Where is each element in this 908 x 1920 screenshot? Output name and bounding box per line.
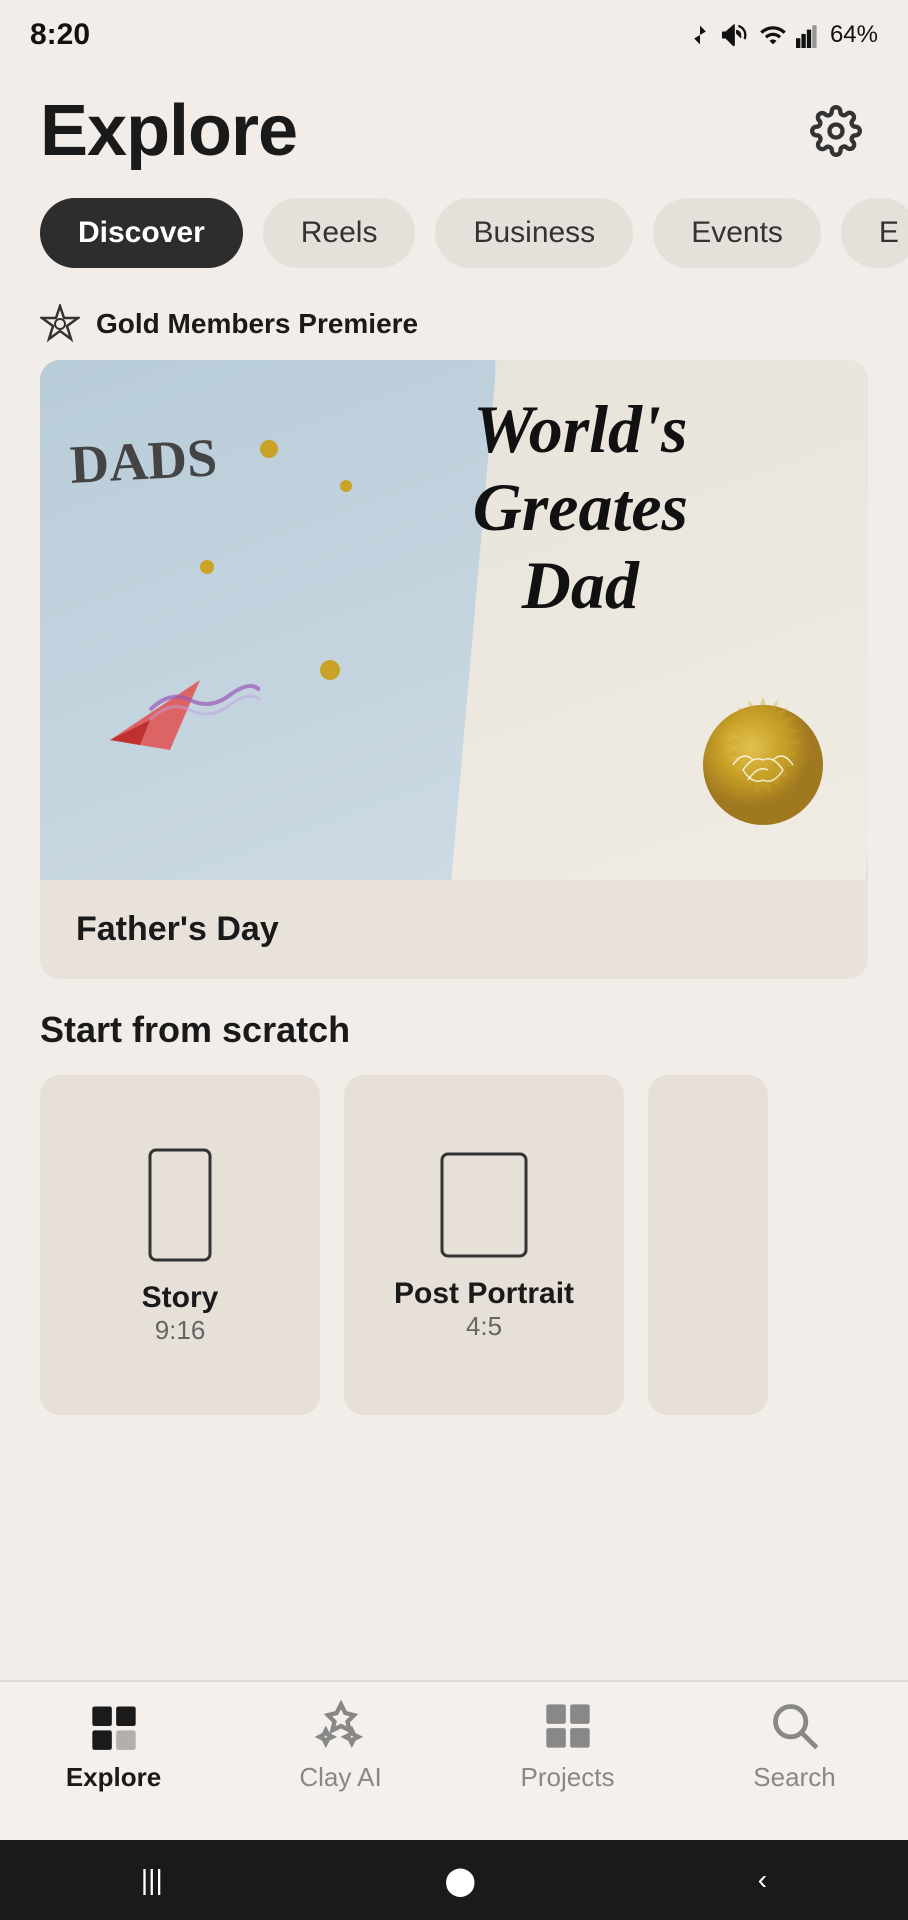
nav-item-clay-ai[interactable]: Clay AI	[251, 1698, 431, 1793]
status-time: 8:20	[30, 18, 90, 52]
tab-more[interactable]: E	[841, 198, 908, 268]
card-main-text: World'sGreatesDad	[473, 390, 688, 625]
scratch-title: Start from scratch	[40, 1009, 868, 1051]
explore-nav-label: Explore	[66, 1762, 161, 1793]
gold-members-section: Gold Members Premiere	[0, 284, 908, 360]
featured-card[interactable]: DADS World'sGreatesDad	[40, 360, 868, 979]
post-portrait-label: Post Portrait	[394, 1277, 574, 1311]
scratch-card-post-portrait[interactable]: Post Portrait 4:5	[344, 1075, 624, 1415]
android-menu-btn[interactable]: |||	[141, 1864, 163, 1896]
nav-item-explore[interactable]: Explore	[24, 1698, 204, 1793]
clay-ai-nav-label: Clay AI	[299, 1762, 381, 1793]
scratch-cards-list: Story 9:16 Post Portrait 4:5	[40, 1075, 868, 1415]
gold-members-label: Gold Members Premiere	[96, 308, 418, 340]
tab-business[interactable]: Business	[435, 198, 633, 268]
explore-nav-icon	[86, 1698, 142, 1754]
category-tabs: Discover Reels Business Events E	[0, 182, 908, 284]
battery-text: 64%	[830, 21, 878, 49]
dads-text: DADS	[68, 426, 218, 496]
story-icon	[140, 1145, 220, 1265]
scratch-card-story[interactable]: Story 9:16	[40, 1075, 320, 1415]
bluetooth-icon	[686, 21, 714, 49]
signal-icon	[796, 21, 822, 49]
scratch-card-partial	[648, 1075, 768, 1415]
header: Explore	[0, 70, 908, 182]
wifi-icon	[758, 21, 788, 49]
story-ratio: 9:16	[142, 1315, 219, 1346]
android-nav-bar: ||| ⬤ ‹	[0, 1840, 908, 1920]
gear-icon	[810, 105, 862, 157]
mute-icon	[722, 21, 750, 49]
featured-card-image: DADS World'sGreatesDad	[40, 360, 868, 880]
settings-button[interactable]	[804, 99, 868, 163]
clay-ai-nav-icon	[313, 1698, 369, 1754]
page-title: Explore	[40, 90, 297, 172]
bottom-navigation: Explore Clay AI Projects	[0, 1680, 908, 1840]
tab-events[interactable]: Events	[653, 198, 821, 268]
projects-nav-label: Projects	[521, 1762, 615, 1793]
post-portrait-icon	[434, 1149, 534, 1261]
tab-reels[interactable]: Reels	[263, 198, 416, 268]
search-nav-label: Search	[753, 1762, 835, 1793]
nav-item-search[interactable]: Search	[705, 1698, 885, 1793]
post-portrait-ratio: 4:5	[394, 1311, 574, 1342]
projects-nav-icon	[540, 1698, 596, 1754]
wavy-lines-icon	[140, 670, 260, 720]
search-nav-icon	[767, 1698, 823, 1754]
scratch-section: Start from scratch Story 9:16 Post Portr	[0, 979, 908, 1435]
android-back-btn[interactable]: ‹	[758, 1864, 767, 1896]
gold-star-icon	[40, 304, 80, 344]
featured-card-caption: Father's Day	[40, 880, 868, 979]
story-label: Story	[142, 1281, 219, 1315]
status-bar: 8:20 64%	[0, 0, 908, 70]
android-home-btn[interactable]: ⬤	[445, 1864, 476, 1897]
status-icons: 64%	[686, 21, 878, 49]
gold-seal-icon	[688, 690, 838, 840]
tab-discover[interactable]: Discover	[40, 198, 243, 268]
nav-item-projects[interactable]: Projects	[478, 1698, 658, 1793]
